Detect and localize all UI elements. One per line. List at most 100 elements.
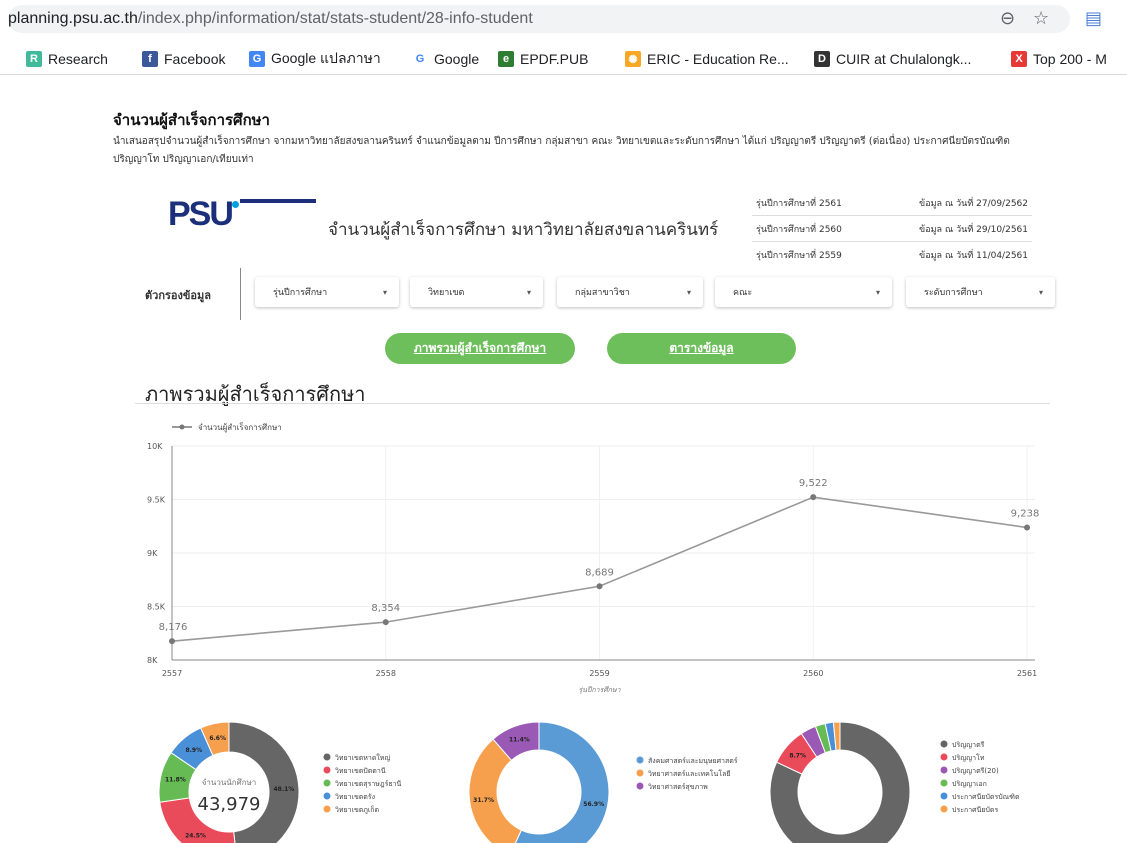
caret-down-icon: ▾ — [526, 287, 531, 297]
pie-slice — [159, 797, 236, 843]
data-point — [169, 638, 175, 645]
bookmark-item[interactable]: f Facebook — [142, 49, 225, 69]
google-translate-icon: G — [249, 51, 265, 67]
legend-label: ปริญญาตรี(20) — [952, 767, 999, 775]
page-description: นำเสนอสรุปจำนวนผู้สำเร็จการศึกษา จากมหาว… — [113, 136, 1010, 165]
pie-slice — [814, 722, 832, 754]
pie-slice — [492, 721, 540, 762]
google-icon: G — [412, 51, 428, 67]
year-info-list: รุ่นปีการศึกษาที่ 2561 ข้อมูล ณ วันที่ 27… — [752, 190, 1032, 267]
bookmark-item[interactable]: G Google แปลภาษา — [249, 49, 381, 69]
x-tick-label: 2559 — [589, 669, 609, 678]
url-path: /index.php/information/stat/stats-studen… — [137, 10, 533, 27]
address-bar-area: planning.psu.ac.th/index.php/information… — [0, 0, 1127, 38]
pie-slice — [832, 721, 841, 751]
legend-swatch — [940, 766, 948, 774]
pie-slice — [800, 725, 826, 758]
bookmark-label: Research — [48, 51, 108, 67]
pie-slice — [514, 721, 610, 843]
legend-label: ประกาศนียบัตรบัณฑิต — [952, 793, 1020, 801]
bookmark-item[interactable]: D CUIR at Chulalongk... — [814, 49, 971, 69]
bookmark-item[interactable]: G Google — [412, 49, 479, 69]
donut-center-value: 43,979 — [198, 794, 261, 815]
pie-slice — [158, 752, 197, 803]
bookmarks-bar: R Research f Facebook G Google แปลภาษา G Google… — [0, 42, 1127, 75]
zoom-icon[interactable]: ⊖ — [1000, 8, 1015, 29]
bookmark-item[interactable]: e EPDF.PUB — [498, 49, 588, 69]
pie-slice — [775, 732, 818, 775]
year-label: รุ่นปีการศึกษาที่ 2559 — [756, 250, 842, 261]
cuir-icon: D — [814, 51, 830, 67]
pie-value-label: 11.4% — [509, 737, 530, 744]
filter-dropdown-label: คณะ — [733, 288, 753, 298]
donut-center-label: จำนวนนักศึกษา — [202, 778, 257, 787]
researchgate-icon: R — [26, 51, 42, 67]
data-table-button[interactable]: ตารางข้อมูล — [607, 333, 796, 364]
psu-logo: PSU — [168, 195, 318, 235]
year-label: รุ่นปีการศึกษาที่ 2560 — [756, 224, 842, 235]
filter-dropdown[interactable]: กลุ่มสาขาวิชา ▾ — [557, 277, 703, 307]
legend-swatch — [940, 740, 948, 748]
pie-slice — [228, 721, 300, 843]
bookmark-label: CUIR at Chulalongk... — [836, 51, 972, 67]
data-point — [382, 619, 389, 626]
pie-value-label: 11.8% — [165, 777, 186, 784]
legend-swatch — [636, 782, 644, 790]
filter-divider — [240, 268, 241, 320]
legend-swatch — [323, 805, 331, 813]
pie-value-label: 48.1% — [273, 786, 294, 793]
url-domain: planning.psu.ac.th — [8, 10, 138, 27]
pie-value-label: 56.9% — [583, 801, 604, 808]
overview-button[interactable]: ภาพรวมผู้สำเร็จการศึกษา — [385, 333, 575, 364]
bookmark-star-icon[interactable]: ☆ — [1033, 8, 1049, 29]
filter-dropdown[interactable]: วิทยาเขต ▾ — [410, 277, 543, 307]
section-divider — [135, 403, 1050, 404]
legend-label: วิทยาเขตหาดใหญ่ — [335, 753, 390, 762]
epdf-icon: e — [498, 51, 514, 67]
section-title: ภาพรวมผู้สำเร็จการศึกษา — [145, 382, 366, 406]
filter-dropdown[interactable]: คณะ ▾ — [715, 277, 892, 307]
pie-slice — [200, 721, 230, 757]
pie-value-label: 6.6% — [209, 735, 226, 742]
url-field[interactable]: planning.psu.ac.th/index.php/information… — [8, 5, 1070, 33]
y-tick-label: 8.5K — [147, 603, 166, 612]
filter-dropdown[interactable]: ระดับการศึกษา ▾ — [906, 277, 1055, 307]
document-icon[interactable]: ▤ — [1085, 8, 1102, 29]
filter-dropdown[interactable]: รุ่นปีการศึกษา ▾ — [255, 277, 399, 307]
x-tick-label: 2558 — [376, 669, 396, 678]
bookmark-item[interactable]: X Top 200 - M — [1011, 49, 1107, 69]
filter-dropdown-label: ระดับการศึกษา — [924, 288, 983, 298]
year-info-row: รุ่นปีการศึกษาที่ 2559 ข้อมูล ณ วันที่ 11… — [752, 242, 1032, 267]
legend-label: ประกาศนียบัตร — [952, 806, 998, 814]
legend-marker — [179, 424, 185, 430]
year-date: ข้อมูล ณ วันที่ 27/09/2562 — [919, 198, 1028, 209]
bookmark-item[interactable]: R Research — [26, 49, 108, 69]
legend-label: วิทยาเขตตรัง — [335, 793, 375, 801]
bookmark-label: Google แปลภาษา — [271, 50, 381, 66]
legend-label: วิทยาเขตปัตตานี — [335, 767, 386, 775]
data-label: 9,238 — [1011, 509, 1040, 520]
data-label: 8,176 — [159, 622, 188, 633]
x-tick-label: 2560 — [803, 669, 823, 678]
top200-icon: X — [1011, 51, 1027, 67]
legend-label: วิทยาเขตสุราษฎร์ธานี — [335, 780, 402, 788]
legend-label: ปริญญาโท — [952, 753, 985, 762]
facebook-icon: f — [142, 51, 158, 67]
pie-slice — [468, 738, 523, 843]
caret-down-icon: ▾ — [382, 287, 387, 297]
y-tick-label: 10K — [147, 442, 163, 451]
year-info-row: รุ่นปีการศึกษาที่ 2561 ข้อมูล ณ วันที่ 27… — [752, 190, 1032, 216]
legend-swatch — [323, 779, 331, 787]
data-label: 9,522 — [799, 478, 828, 489]
bookmark-item[interactable]: ✺ ERIC - Education Re... — [625, 49, 789, 69]
bookmark-label: Google — [434, 51, 480, 67]
x-tick-label: 2557 — [162, 669, 182, 678]
legend-label: จำนวนผู้สำเร็จการศึกษา — [198, 422, 282, 433]
pie-value-label: 24.5% — [185, 833, 206, 840]
page-title: จำนวนผู้สำเร็จการศึกษา — [113, 111, 270, 129]
legend-label: ปริญญาตรี — [952, 741, 985, 749]
eric-icon: ✺ — [625, 51, 641, 67]
legend-swatch — [323, 766, 331, 774]
pie-value-label: 31.7% — [473, 797, 494, 804]
data-point — [1024, 524, 1030, 531]
